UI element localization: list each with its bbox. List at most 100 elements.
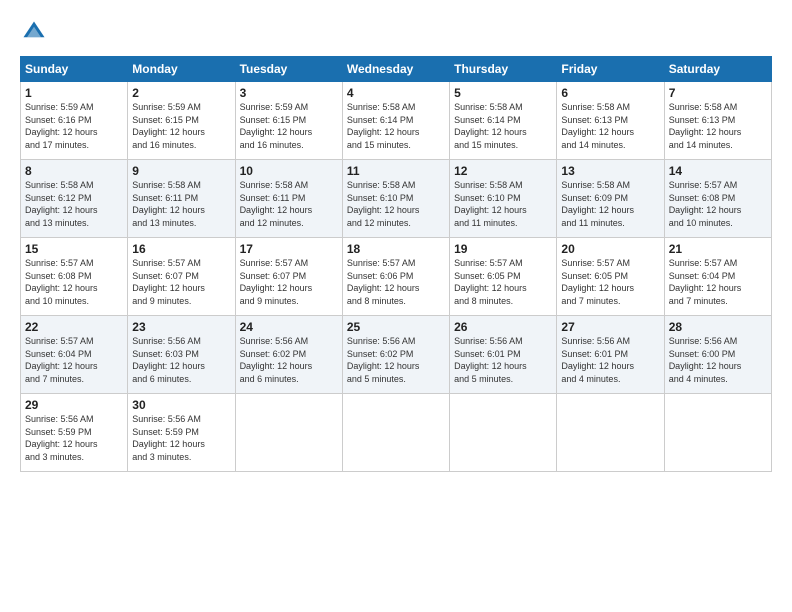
calendar-cell [557,394,664,472]
day-number: 28 [669,320,767,334]
day-number: 6 [561,86,659,100]
calendar-cell: 26Sunrise: 5:56 AM Sunset: 6:01 PM Dayli… [450,316,557,394]
calendar-cell: 15Sunrise: 5:57 AM Sunset: 6:08 PM Dayli… [21,238,128,316]
day-number: 13 [561,164,659,178]
day-number: 12 [454,164,552,178]
col-header-thursday: Thursday [450,57,557,82]
calendar-cell: 10Sunrise: 5:58 AM Sunset: 6:11 PM Dayli… [235,160,342,238]
day-number: 29 [25,398,123,412]
col-header-tuesday: Tuesday [235,57,342,82]
calendar-cell: 5Sunrise: 5:58 AM Sunset: 6:14 PM Daylig… [450,82,557,160]
calendar-cell: 16Sunrise: 5:57 AM Sunset: 6:07 PM Dayli… [128,238,235,316]
day-detail: Sunrise: 5:57 AM Sunset: 6:07 PM Dayligh… [132,257,230,307]
calendar-table: SundayMondayTuesdayWednesdayThursdayFrid… [20,56,772,472]
logo [20,18,52,46]
day-detail: Sunrise: 5:57 AM Sunset: 6:08 PM Dayligh… [25,257,123,307]
calendar-cell: 7Sunrise: 5:58 AM Sunset: 6:13 PM Daylig… [664,82,771,160]
calendar-cell: 23Sunrise: 5:56 AM Sunset: 6:03 PM Dayli… [128,316,235,394]
day-number: 17 [240,242,338,256]
calendar-cell: 25Sunrise: 5:56 AM Sunset: 6:02 PM Dayli… [342,316,449,394]
calendar-cell: 17Sunrise: 5:57 AM Sunset: 6:07 PM Dayli… [235,238,342,316]
day-detail: Sunrise: 5:59 AM Sunset: 6:15 PM Dayligh… [240,101,338,151]
calendar-cell: 29Sunrise: 5:56 AM Sunset: 5:59 PM Dayli… [21,394,128,472]
col-header-saturday: Saturday [664,57,771,82]
calendar-cell: 11Sunrise: 5:58 AM Sunset: 6:10 PM Dayli… [342,160,449,238]
day-detail: Sunrise: 5:58 AM Sunset: 6:14 PM Dayligh… [454,101,552,151]
day-number: 8 [25,164,123,178]
day-detail: Sunrise: 5:58 AM Sunset: 6:13 PM Dayligh… [561,101,659,151]
day-number: 10 [240,164,338,178]
calendar-cell: 9Sunrise: 5:58 AM Sunset: 6:11 PM Daylig… [128,160,235,238]
col-header-monday: Monday [128,57,235,82]
calendar-cell: 28Sunrise: 5:56 AM Sunset: 6:00 PM Dayli… [664,316,771,394]
day-number: 3 [240,86,338,100]
day-number: 16 [132,242,230,256]
day-detail: Sunrise: 5:56 AM Sunset: 6:03 PM Dayligh… [132,335,230,385]
calendar-cell: 13Sunrise: 5:58 AM Sunset: 6:09 PM Dayli… [557,160,664,238]
day-number: 25 [347,320,445,334]
calendar-cell: 8Sunrise: 5:58 AM Sunset: 6:12 PM Daylig… [21,160,128,238]
col-header-sunday: Sunday [21,57,128,82]
calendar-cell [342,394,449,472]
day-number: 26 [454,320,552,334]
calendar-cell [235,394,342,472]
day-detail: Sunrise: 5:57 AM Sunset: 6:05 PM Dayligh… [561,257,659,307]
day-detail: Sunrise: 5:58 AM Sunset: 6:11 PM Dayligh… [132,179,230,229]
day-detail: Sunrise: 5:56 AM Sunset: 6:02 PM Dayligh… [347,335,445,385]
calendar-cell: 30Sunrise: 5:56 AM Sunset: 5:59 PM Dayli… [128,394,235,472]
calendar-cell: 27Sunrise: 5:56 AM Sunset: 6:01 PM Dayli… [557,316,664,394]
day-detail: Sunrise: 5:58 AM Sunset: 6:13 PM Dayligh… [669,101,767,151]
day-detail: Sunrise: 5:56 AM Sunset: 6:01 PM Dayligh… [454,335,552,385]
day-number: 14 [669,164,767,178]
day-number: 27 [561,320,659,334]
day-detail: Sunrise: 5:57 AM Sunset: 6:04 PM Dayligh… [669,257,767,307]
day-number: 2 [132,86,230,100]
day-detail: Sunrise: 5:58 AM Sunset: 6:12 PM Dayligh… [25,179,123,229]
day-number: 5 [454,86,552,100]
logo-icon [20,18,48,46]
day-detail: Sunrise: 5:59 AM Sunset: 6:15 PM Dayligh… [132,101,230,151]
day-detail: Sunrise: 5:56 AM Sunset: 6:00 PM Dayligh… [669,335,767,385]
day-number: 20 [561,242,659,256]
col-header-friday: Friday [557,57,664,82]
day-number: 15 [25,242,123,256]
day-detail: Sunrise: 5:58 AM Sunset: 6:14 PM Dayligh… [347,101,445,151]
day-number: 4 [347,86,445,100]
day-number: 22 [25,320,123,334]
day-detail: Sunrise: 5:56 AM Sunset: 6:01 PM Dayligh… [561,335,659,385]
calendar-cell [664,394,771,472]
calendar-cell: 19Sunrise: 5:57 AM Sunset: 6:05 PM Dayli… [450,238,557,316]
calendar-cell: 12Sunrise: 5:58 AM Sunset: 6:10 PM Dayli… [450,160,557,238]
day-number: 11 [347,164,445,178]
calendar-cell: 20Sunrise: 5:57 AM Sunset: 6:05 PM Dayli… [557,238,664,316]
day-number: 18 [347,242,445,256]
calendar-cell: 24Sunrise: 5:56 AM Sunset: 6:02 PM Dayli… [235,316,342,394]
calendar-cell: 18Sunrise: 5:57 AM Sunset: 6:06 PM Dayli… [342,238,449,316]
day-detail: Sunrise: 5:56 AM Sunset: 5:59 PM Dayligh… [25,413,123,463]
calendar-cell: 4Sunrise: 5:58 AM Sunset: 6:14 PM Daylig… [342,82,449,160]
day-detail: Sunrise: 5:57 AM Sunset: 6:04 PM Dayligh… [25,335,123,385]
day-number: 21 [669,242,767,256]
day-detail: Sunrise: 5:58 AM Sunset: 6:10 PM Dayligh… [347,179,445,229]
col-header-wednesday: Wednesday [342,57,449,82]
calendar-cell: 22Sunrise: 5:57 AM Sunset: 6:04 PM Dayli… [21,316,128,394]
day-number: 19 [454,242,552,256]
day-detail: Sunrise: 5:58 AM Sunset: 6:11 PM Dayligh… [240,179,338,229]
calendar-cell: 21Sunrise: 5:57 AM Sunset: 6:04 PM Dayli… [664,238,771,316]
day-number: 9 [132,164,230,178]
day-detail: Sunrise: 5:57 AM Sunset: 6:06 PM Dayligh… [347,257,445,307]
day-number: 1 [25,86,123,100]
day-detail: Sunrise: 5:56 AM Sunset: 5:59 PM Dayligh… [132,413,230,463]
day-number: 24 [240,320,338,334]
day-detail: Sunrise: 5:57 AM Sunset: 6:07 PM Dayligh… [240,257,338,307]
calendar-cell [450,394,557,472]
day-detail: Sunrise: 5:57 AM Sunset: 6:08 PM Dayligh… [669,179,767,229]
calendar-cell: 1Sunrise: 5:59 AM Sunset: 6:16 PM Daylig… [21,82,128,160]
calendar-cell: 6Sunrise: 5:58 AM Sunset: 6:13 PM Daylig… [557,82,664,160]
calendar-cell: 2Sunrise: 5:59 AM Sunset: 6:15 PM Daylig… [128,82,235,160]
day-detail: Sunrise: 5:59 AM Sunset: 6:16 PM Dayligh… [25,101,123,151]
day-number: 23 [132,320,230,334]
day-detail: Sunrise: 5:57 AM Sunset: 6:05 PM Dayligh… [454,257,552,307]
day-number: 30 [132,398,230,412]
day-number: 7 [669,86,767,100]
